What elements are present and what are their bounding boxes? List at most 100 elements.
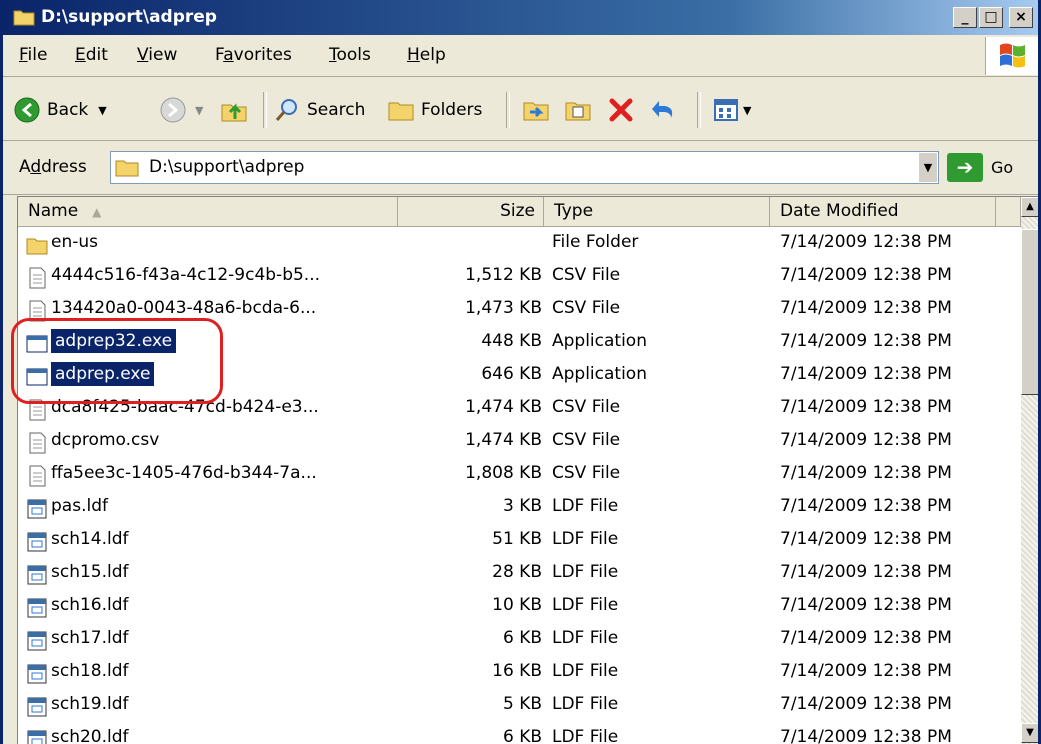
maximize-button[interactable]: □ <box>979 7 1003 28</box>
forward-button[interactable]: ▼ <box>159 90 203 130</box>
toolbar-separator <box>506 92 510 128</box>
up-folder-icon <box>221 103 247 122</box>
address-input[interactable]: D:\support\adprep ▼ <box>110 151 939 184</box>
go-arrow-icon[interactable]: ➔ <box>947 153 983 182</box>
scroll-up-icon[interactable]: ▲ <box>1021 197 1038 217</box>
file-size: 10 KB <box>492 595 542 615</box>
close-button[interactable]: × <box>1009 7 1033 28</box>
file-size: 1,473 KB <box>465 298 542 318</box>
ldf-file-icon <box>26 564 48 586</box>
file-type: Application <box>552 331 647 351</box>
file-size: 3 KB <box>502 496 542 516</box>
ldf-file-icon <box>26 531 48 553</box>
file-type: CSV File <box>552 298 621 318</box>
ldf-file-icon <box>26 498 48 520</box>
file-date-modified: 7/14/2009 12:38 PM <box>780 595 952 615</box>
scrollbar-thumb[interactable] <box>1021 229 1038 395</box>
file-row[interactable]: sch16.ldf 10 KB LDF File 7/14/2009 12:38 PM <box>18 592 1021 625</box>
file-size: 1,808 KB <box>465 463 542 483</box>
copy-to-button[interactable] <box>563 90 593 130</box>
sort-ascending-icon: ▲ <box>92 205 102 219</box>
file-date-modified: 7/14/2009 12:38 PM <box>780 265 952 285</box>
file-name: sch16.ldf <box>51 595 129 615</box>
chevron-down-icon: ▼ <box>195 103 204 117</box>
file-row[interactable]: sch19.ldf 5 KB LDF File 7/14/2009 12:38 PM <box>18 691 1021 724</box>
file-type: LDF File <box>552 628 619 648</box>
file-row[interactable]: dcpromo.csv 1,474 KB CSV File 7/14/2009 12:… <box>18 427 1021 460</box>
ldf-file-icon <box>26 630 48 652</box>
file-date-modified: 7/14/2009 12:38 PM <box>780 694 952 714</box>
menu-edit[interactable]: Edit <box>75 45 108 65</box>
minimize-button[interactable]: _ <box>953 7 977 28</box>
column-header-date-modified[interactable]: Date Modified <box>770 197 996 227</box>
move-to-icon <box>523 102 549 121</box>
file-row[interactable]: en-us File Folder 7/14/2009 12:38 PM <box>18 229 1021 262</box>
file-row[interactable]: pas.ldf 3 KB LDF File 7/14/2009 12:38 PM <box>18 493 1021 526</box>
go-button[interactable]: Go <box>991 158 1013 177</box>
file-size: 28 KB <box>492 562 542 582</box>
move-to-button[interactable] <box>521 90 551 130</box>
address-label: Address <box>19 157 87 177</box>
search-button[interactable]: Search <box>273 90 365 130</box>
windows-logo-icon <box>985 37 1038 75</box>
csv-file-icon <box>26 267 48 289</box>
search-label: Search <box>307 100 366 120</box>
column-header-name[interactable]: Name ▲ <box>18 197 398 227</box>
file-date-modified: 7/14/2009 12:38 PM <box>780 463 952 483</box>
up-folder-button[interactable] <box>219 90 249 130</box>
file-size: 1,474 KB <box>465 397 542 417</box>
file-row[interactable]: ffa5ee3c-1405-476d-b344-7a... 1,808 KB CSV… <box>18 460 1021 493</box>
back-button[interactable]: Back ▼ <box>13 90 107 130</box>
file-name: sch18.ldf <box>51 661 129 681</box>
ldf-file-icon <box>26 729 48 744</box>
address-bar: Address D:\support\adprep ▼ ➔ Go <box>3 142 1038 195</box>
file-row[interactable]: sch18.ldf 16 KB LDF File 7/14/2009 12:38 PM <box>18 658 1021 691</box>
standard-toolbar: Back ▼ ▼ Search Folders ▼ <box>3 78 1038 141</box>
undo-button[interactable] <box>649 90 679 130</box>
file-type: Application <box>552 364 647 384</box>
menu-help[interactable]: Help <box>407 45 446 65</box>
file-type: CSV File <box>552 430 621 450</box>
menu-favorites[interactable]: Favorites <box>215 45 292 65</box>
file-date-modified: 7/14/2009 12:38 PM <box>780 364 952 384</box>
file-type: LDF File <box>552 694 619 714</box>
menu-view[interactable]: View <box>137 45 177 65</box>
file-date-modified: 7/14/2009 12:38 PM <box>780 496 952 516</box>
file-row[interactable]: sch17.ldf 6 KB LDF File 7/14/2009 12:38 PM <box>18 625 1021 658</box>
file-date-modified: 7/14/2009 12:38 PM <box>780 430 952 450</box>
scroll-down-icon[interactable]: ▼ <box>1021 723 1038 743</box>
views-button[interactable]: ▼ <box>713 90 751 130</box>
back-label: Back <box>47 100 89 120</box>
ldf-file-icon <box>26 663 48 685</box>
file-date-modified: 7/14/2009 12:38 PM <box>780 628 952 648</box>
file-date-modified: 7/14/2009 12:38 PM <box>780 562 952 582</box>
file-date-modified: 7/14/2009 12:38 PM <box>780 397 952 417</box>
delete-button[interactable] <box>607 90 635 130</box>
chevron-down-icon: ▼ <box>743 103 752 117</box>
chevron-down-icon[interactable]: ▼ <box>918 153 937 182</box>
file-row[interactable]: sch20.ldf 6 KB LDF File 7/14/2009 12:38 PM <box>18 724 1021 744</box>
file-row[interactable]: sch15.ldf 28 KB LDF File 7/14/2009 12:38 PM <box>18 559 1021 592</box>
explorer-window: D:\support\adprep _ □ × File Edit View F… <box>0 0 1041 744</box>
file-size: 646 KB <box>481 364 542 384</box>
file-type: LDF File <box>552 529 619 549</box>
file-row[interactable]: 4444c516-f43a-4c12-9c4b-b5... 1,512 KB CSV… <box>18 262 1021 295</box>
vertical-scrollbar[interactable]: ▲ ▼ <box>1021 197 1038 744</box>
folder-icon <box>13 10 35 26</box>
file-type: LDF File <box>552 661 619 681</box>
folder-icon <box>26 234 48 256</box>
folders-button[interactable]: Folders <box>387 90 482 130</box>
file-name: pas.ldf <box>51 496 108 516</box>
menu-file[interactable]: File <box>19 45 47 65</box>
menu-tools[interactable]: Tools <box>329 45 371 65</box>
file-name: ffa5ee3c-1405-476d-b344-7a... <box>51 463 317 483</box>
file-size: 5 KB <box>502 694 542 714</box>
title-bar[interactable]: D:\support\adprep _ □ × <box>3 0 1038 35</box>
column-header-filler <box>996 197 1021 227</box>
file-row[interactable]: sch14.ldf 51 KB LDF File 7/14/2009 12:38 PM <box>18 526 1021 559</box>
toolbar-separator <box>697 92 701 128</box>
column-header-size[interactable]: Size <box>398 197 544 227</box>
column-header-type[interactable]: Type <box>544 197 770 227</box>
chevron-down-icon: ▼ <box>98 103 107 117</box>
file-type: LDF File <box>552 727 619 744</box>
